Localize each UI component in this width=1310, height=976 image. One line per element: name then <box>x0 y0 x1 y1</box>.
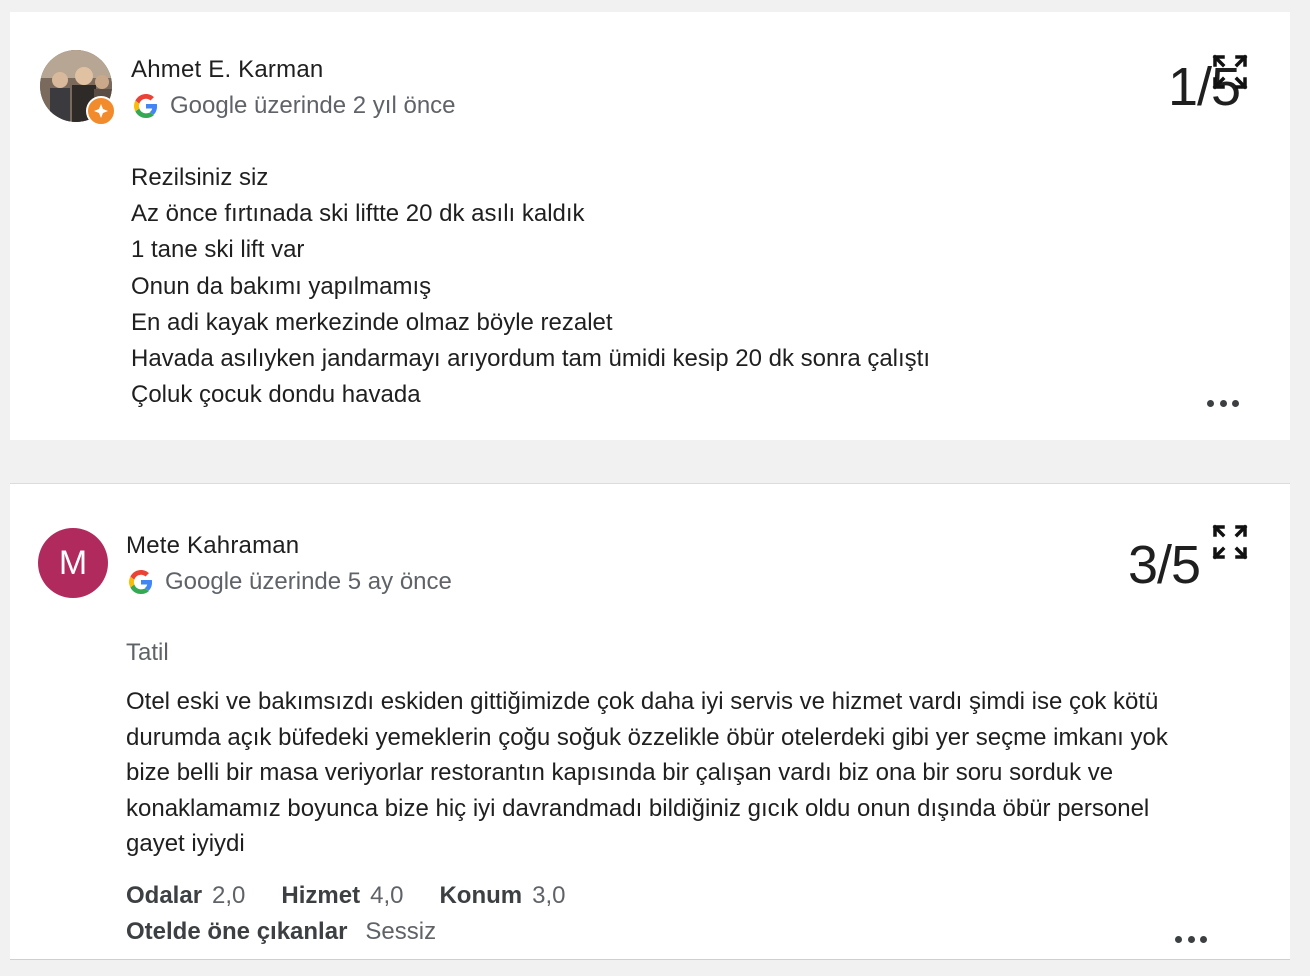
score-label: Odalar <box>126 882 203 909</box>
trip-type: Tatil <box>126 639 169 666</box>
hotel-highlights: Otelde öne çıkanlar Sessiz <box>126 918 436 946</box>
local-guide-badge-icon <box>86 96 116 126</box>
review-line: Havada asılıyken jandarmayı arıyordum ta… <box>131 345 931 373</box>
score-value: 4,0 <box>370 882 404 909</box>
score-location: Konum 3,0 <box>439 882 565 910</box>
review-card: M Mete Kahraman Google üzerinde 5 ay önc… <box>10 483 1290 960</box>
author-name[interactable]: Ahmet E. Karman <box>131 56 323 84</box>
rating: 3/5 <box>1128 535 1201 595</box>
highlights-value: Sessiz <box>365 918 437 945</box>
score-value: 3,0 <box>532 882 566 909</box>
avatar-letter: M <box>58 543 88 582</box>
more-options-icon[interactable] <box>1207 400 1239 408</box>
score-label: Konum <box>439 882 523 909</box>
review-line: En adi kayak merkezinde olmaz böyle reza… <box>131 308 613 336</box>
score-label: Hizmet <box>281 882 361 909</box>
author-name[interactable]: Mete Kahraman <box>126 532 299 560</box>
review-line: Onun da bakımı yapılmamış <box>131 272 432 300</box>
score-value: 2,0 <box>212 882 246 909</box>
review-line: Çoluk çocuk dondu havada <box>131 381 421 409</box>
score-rooms: Odalar 2,0 <box>126 882 245 910</box>
review-line: Rezilsiniz siz <box>131 164 269 191</box>
google-g-icon <box>134 94 158 118</box>
google-g-icon <box>129 570 153 594</box>
review-text: Otel eski ve bakımsızdı eskiden gittiğim… <box>126 688 1168 857</box>
review-time: Google üzerinde 5 ay önce <box>165 568 452 595</box>
highlights-label: Otelde öne çıkanlar <box>126 918 348 945</box>
review-text: Rezilsiniz siz Az önce fırtınada ski lif… <box>131 160 930 413</box>
score-service: Hizmet 4,0 <box>281 882 403 910</box>
review-line: 1 tane ski lift var <box>131 236 305 264</box>
expand-icon[interactable] <box>1212 54 1248 90</box>
review-meta: Google üzerinde 5 ay önce <box>129 568 452 596</box>
review-time: Google üzerinde 2 yıl önce <box>170 92 456 119</box>
avatar[interactable]: M <box>38 528 108 598</box>
sub-ratings: Odalar 2,0 Hizmet 4,0 Konum 3,0 <box>126 882 602 910</box>
more-options-icon[interactable] <box>1175 936 1207 944</box>
avatar[interactable] <box>40 50 116 126</box>
review-meta: Google üzerinde 2 yıl önce <box>134 92 456 120</box>
review-card: Ahmet E. Karman Google üzerinde 2 yıl ön… <box>10 12 1290 440</box>
expand-icon[interactable] <box>1212 524 1248 560</box>
review-line: Az önce fırtınada ski liftte 20 dk asılı… <box>131 200 585 228</box>
